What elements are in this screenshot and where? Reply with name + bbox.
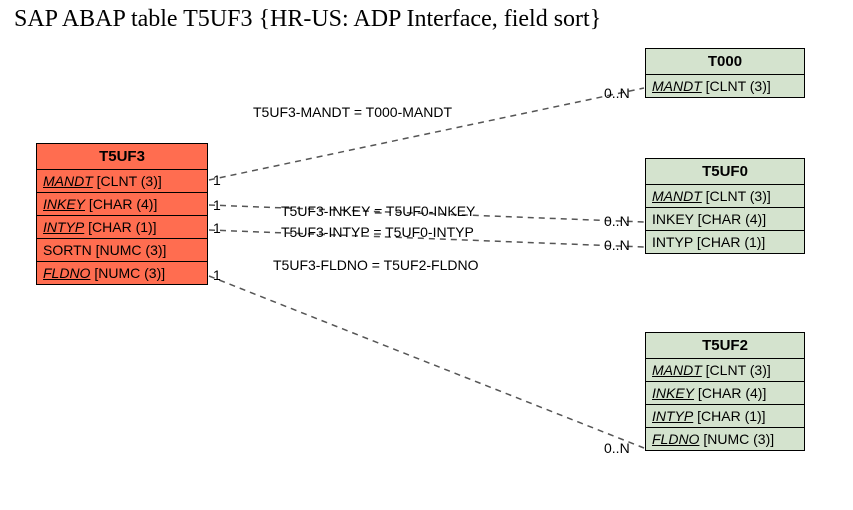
relation-label: T5UF3-MANDT = T000-MANDT: [253, 104, 452, 120]
table-row: INTYP [CHAR (1)]: [37, 216, 207, 239]
table-row: INTYP [CHAR (1)]: [646, 231, 804, 253]
table-header: T000: [646, 49, 804, 75]
table-row: FLDNO [NUMC (3)]: [646, 428, 804, 450]
cardinality-right: 0..N: [604, 85, 630, 101]
table-row: MANDT [CLNT (3)]: [37, 170, 207, 193]
cardinality-left: 1: [213, 267, 221, 283]
cardinality-right: 0..N: [604, 213, 630, 229]
table-row: MANDT [CLNT (3)]: [646, 359, 804, 382]
page-title: SAP ABAP table T5UF3 {HR-US: ADP Interfa…: [14, 6, 601, 33]
cardinality-left: 1: [213, 220, 221, 236]
cardinality-left: 1: [213, 172, 221, 188]
table-t5uf3: T5UF3 MANDT [CLNT (3)] INKEY [CHAR (4)] …: [36, 143, 208, 285]
table-row: MANDT [CLNT (3)]: [646, 185, 804, 208]
table-row: FLDNO [NUMC (3)]: [37, 262, 207, 284]
table-row: INKEY [CHAR (4)]: [646, 208, 804, 231]
table-row: MANDT [CLNT (3)]: [646, 75, 804, 97]
table-row: INKEY [CHAR (4)]: [37, 193, 207, 216]
table-t5uf2: T5UF2 MANDT [CLNT (3)] INKEY [CHAR (4)] …: [645, 332, 805, 451]
table-t000: T000 MANDT [CLNT (3)]: [645, 48, 805, 98]
relation-label: T5UF3-INKEY = T5UF0-INKEY: [281, 203, 475, 219]
table-row: INKEY [CHAR (4)]: [646, 382, 804, 405]
cardinality-left: 1: [213, 197, 221, 213]
table-row: SORTN [NUMC (3)]: [37, 239, 207, 262]
table-header: T5UF2: [646, 333, 804, 359]
relation-label: T5UF3-FLDNO = T5UF2-FLDNO: [273, 257, 479, 273]
table-header: T5UF3: [37, 144, 207, 170]
cardinality-right: 0..N: [604, 440, 630, 456]
relation-label: T5UF3-INTYP = T5UF0-INTYP: [281, 224, 474, 240]
table-row: INTYP [CHAR (1)]: [646, 405, 804, 428]
cardinality-right: 0..N: [604, 237, 630, 253]
table-t5uf0: T5UF0 MANDT [CLNT (3)] INKEY [CHAR (4)] …: [645, 158, 805, 254]
table-header: T5UF0: [646, 159, 804, 185]
